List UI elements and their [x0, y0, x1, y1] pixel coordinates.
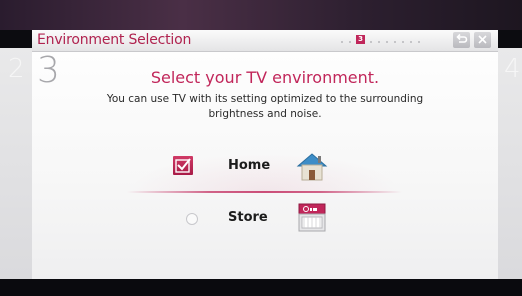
- page-heading: Select your TV environment.: [150, 68, 380, 87]
- bottom-background: [0, 279, 522, 296]
- back-button[interactable]: [453, 32, 470, 48]
- close-icon: [478, 35, 487, 44]
- page-description: You can use TV with its setting optimize…: [106, 93, 424, 120]
- option-label-store: Store: [228, 210, 268, 225]
- option-home[interactable]: Home: [140, 148, 390, 184]
- pager-current-page: 3: [356, 35, 365, 44]
- top-background: [0, 0, 522, 30]
- environment-dialog: Environment Selection 3 3 Select your TV…: [32, 30, 498, 279]
- pager-dot: [378, 40, 380, 43]
- checkmark-icon: [175, 158, 191, 173]
- pager-dot: [410, 40, 412, 43]
- next-step-number: 4: [504, 54, 521, 84]
- previous-step-panel: 2: [0, 48, 32, 279]
- step-pager: 3: [338, 35, 423, 44]
- next-step-panel: 4: [498, 48, 522, 279]
- option-store[interactable]: Store: [140, 200, 390, 236]
- back-arrow-icon: [456, 33, 468, 43]
- house-icon: [296, 153, 328, 181]
- store-radio[interactable]: [186, 213, 198, 225]
- previous-step-number: 2: [8, 54, 25, 84]
- pager-dot: [394, 40, 396, 43]
- lg-store-icon: [298, 203, 326, 232]
- dialog-title: Environment Selection: [37, 32, 192, 48]
- home-checkbox[interactable]: [173, 156, 193, 175]
- close-button[interactable]: [474, 32, 491, 48]
- pager-dot: [370, 40, 372, 43]
- pager-dot: [418, 40, 420, 43]
- option-divider: [127, 191, 402, 193]
- dialog-titlebar: Environment Selection 3: [32, 30, 498, 52]
- pager-dot: [349, 40, 351, 43]
- pager-dot: [386, 40, 388, 43]
- option-label-home: Home: [228, 158, 271, 173]
- pager-dot: [341, 40, 343, 43]
- pager-dot: [402, 40, 404, 43]
